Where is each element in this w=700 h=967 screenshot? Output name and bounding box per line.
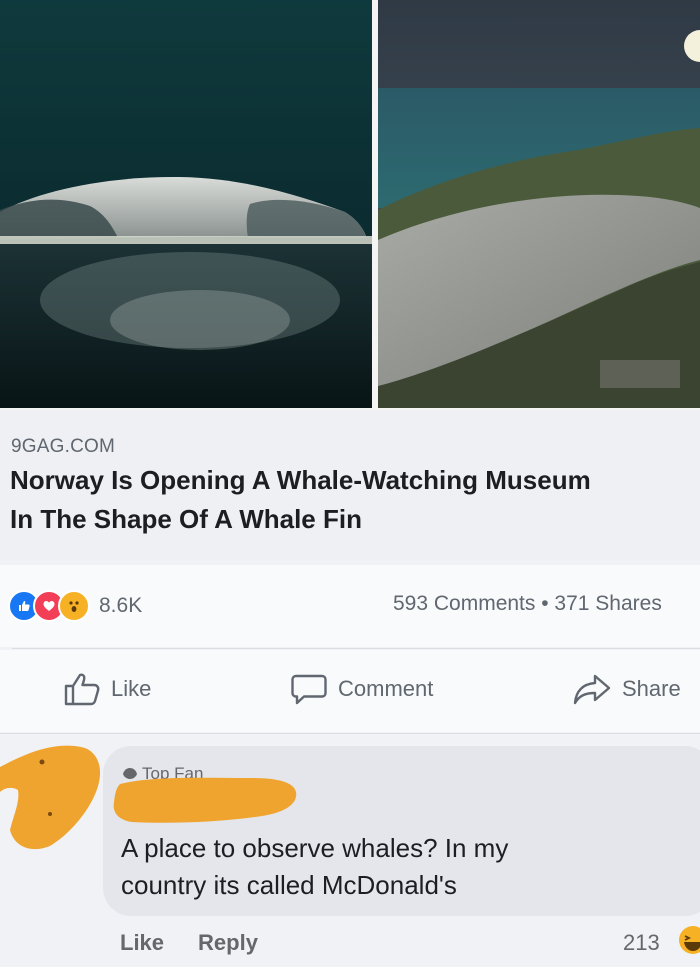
haha-reaction-icon — [679, 926, 700, 954]
post-photos — [0, 0, 700, 410]
comment-reply-button[interactable]: Reply — [198, 930, 258, 955]
reaction-summary[interactable]: 8.6K — [8, 590, 142, 622]
share-button[interactable]: Share — [572, 672, 681, 706]
comments-shares-count[interactable]: 593 Comments • 371 Shares — [393, 592, 662, 616]
like-label: Like — [111, 676, 152, 701]
comment-button[interactable]: Comment — [290, 672, 433, 706]
comment-label: Comment — [338, 676, 434, 701]
wow-reaction-icon — [58, 590, 90, 622]
share-arrow-icon — [573, 674, 611, 705]
redacted-name-icon[interactable] — [112, 768, 298, 826]
reaction-count: 8.6K — [99, 594, 143, 617]
whale-fin-museum-aerial-photo-icon — [378, 0, 700, 408]
link-headline[interactable]: Norway Is Opening A Whale-Watching Museu… — [10, 461, 700, 539]
thumbs-up-icon — [64, 673, 100, 706]
redacted-avatar-icon[interactable] — [0, 742, 104, 852]
link-domain: 9GAG.COM — [11, 436, 116, 457]
comment-text: A place to observe whales? In my country… — [121, 833, 509, 900]
whale-fin-museum-night-photo-icon — [0, 0, 372, 408]
speech-bubble-icon — [291, 674, 327, 705]
comment-reaction-count[interactable]: 213 — [623, 930, 660, 956]
like-button[interactable]: Like — [63, 672, 151, 706]
share-label: Share — [622, 676, 681, 701]
museum-night-photo[interactable] — [0, 0, 372, 408]
comment-actions: Like Reply — [120, 930, 258, 956]
museum-aerial-photo[interactable] — [378, 0, 700, 408]
comment-like-button[interactable]: Like — [120, 930, 164, 955]
stats-divider — [12, 648, 700, 649]
